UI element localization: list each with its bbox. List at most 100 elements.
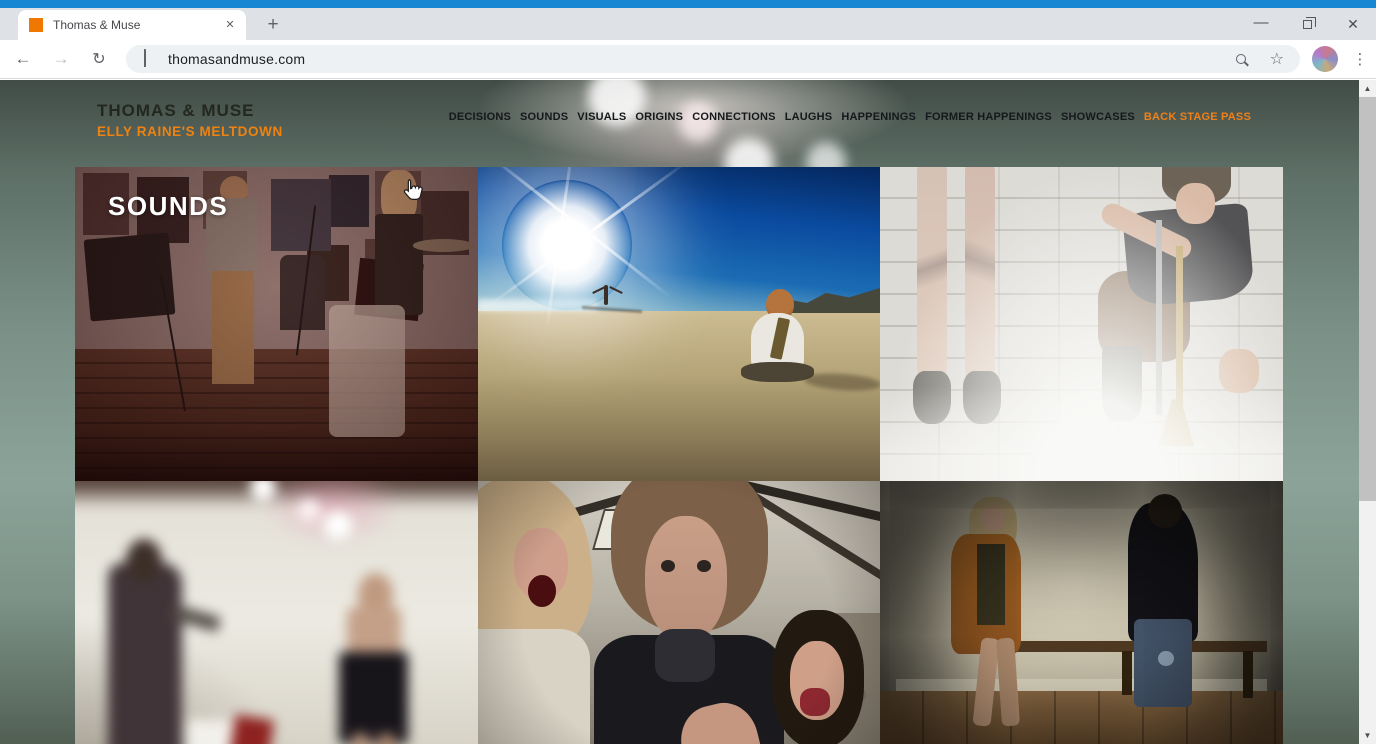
stone-wall bbox=[880, 167, 1283, 481]
nav-showcases[interactable]: SHOWCASES bbox=[1061, 111, 1135, 123]
reload-button[interactable]: ↻ bbox=[84, 49, 114, 69]
seated-man-hand bbox=[1219, 349, 1259, 393]
center-man-hair bbox=[611, 481, 768, 632]
tab-title: Thomas & Muse bbox=[53, 18, 222, 32]
seated-woman-leg bbox=[996, 637, 1020, 726]
profile-avatar[interactable] bbox=[1312, 46, 1338, 72]
restore-icon bbox=[1303, 20, 1312, 29]
browser-menu-icon[interactable]: ⋮ bbox=[1348, 50, 1372, 68]
right-woman-mouth bbox=[800, 688, 830, 716]
bare-leg bbox=[965, 167, 995, 381]
dancer-skirt bbox=[339, 652, 408, 744]
wood-floor bbox=[880, 691, 1283, 744]
bare-leg bbox=[917, 167, 947, 381]
bass-player-figure bbox=[280, 255, 324, 330]
nav-back-stage-pass[interactable]: BACK STAGE PASS bbox=[1144, 111, 1251, 123]
forward-button[interactable]: → bbox=[46, 49, 76, 69]
back-button[interactable]: ← bbox=[8, 49, 38, 69]
browser-tab[interactable]: Thomas & Muse ✕ bbox=[18, 10, 246, 40]
nav-sounds[interactable]: SOUNDS bbox=[520, 111, 568, 123]
roof-beam bbox=[641, 481, 880, 526]
center-man-eye bbox=[661, 560, 675, 573]
dancer-leg bbox=[352, 734, 369, 744]
baseboard bbox=[896, 679, 1266, 692]
maximize-restore-button[interactable] bbox=[1284, 8, 1330, 40]
close-window-button[interactable]: ✕ bbox=[1330, 8, 1376, 40]
zoom-icon[interactable] bbox=[1236, 54, 1246, 64]
seated-man-arm bbox=[1098, 200, 1194, 262]
white-drape bbox=[329, 305, 406, 437]
sand bbox=[478, 311, 881, 481]
minimize-button[interactable]: — bbox=[1238, 8, 1284, 40]
scroll-up-icon[interactable]: ▲ bbox=[1359, 80, 1376, 97]
bench-leg bbox=[1001, 651, 1011, 695]
bench-leg bbox=[1122, 651, 1132, 695]
bokeh-light bbox=[324, 511, 352, 539]
tab-favicon bbox=[29, 18, 43, 32]
mic-stand bbox=[295, 205, 315, 355]
seated-player-legs bbox=[741, 362, 813, 382]
seated-woman-leg bbox=[972, 637, 999, 726]
screaming-woman-hair bbox=[478, 481, 603, 665]
minimize-icon: — bbox=[1254, 14, 1269, 31]
right-woman-hair bbox=[772, 610, 865, 744]
ripped-knee bbox=[1158, 651, 1174, 667]
gallery-photo-beach[interactable] bbox=[478, 167, 881, 481]
lock-icon bbox=[144, 50, 156, 68]
nav-laughs[interactable]: LAUGHS bbox=[785, 111, 833, 123]
scrollbar-thumb[interactable] bbox=[1359, 97, 1376, 501]
trumpeter-head bbox=[126, 539, 163, 583]
gallery-photo-faces[interactable] bbox=[478, 481, 881, 744]
right-woman-face bbox=[790, 641, 844, 720]
nav-happenings[interactable]: HAPPENINGS bbox=[841, 111, 916, 123]
center-man-scarf bbox=[655, 629, 715, 682]
singer-hair bbox=[381, 170, 417, 223]
trumpet bbox=[1156, 220, 1162, 415]
address-bar[interactable]: thomasandmuse.com ☆ bbox=[126, 45, 1300, 73]
wood-floor bbox=[75, 349, 478, 481]
orange-cardigan bbox=[951, 534, 1021, 653]
gallery-photo-wall[interactable] bbox=[880, 167, 1283, 481]
gallery-photo-sounds[interactable]: SOUNDS bbox=[75, 167, 478, 481]
seated-man-shirt bbox=[1122, 203, 1255, 308]
roof-beam bbox=[740, 485, 880, 598]
center-man-hand bbox=[674, 696, 769, 744]
bench bbox=[981, 641, 1267, 652]
nav-origins[interactable]: ORIGINS bbox=[635, 111, 683, 123]
gallery-photo-bench[interactable] bbox=[880, 481, 1283, 744]
center-man-face bbox=[645, 516, 728, 642]
music-stand bbox=[84, 233, 175, 322]
tab-close-icon[interactable]: ✕ bbox=[222, 17, 238, 33]
boot bbox=[913, 371, 951, 424]
room-wall bbox=[880, 481, 1283, 744]
browser-toolbar: ← → ↻ thomasandmuse.com ☆ ⋮ bbox=[0, 40, 1376, 79]
site-subtitle: ELLY RAINE'S MELTDOWN bbox=[97, 124, 283, 139]
window-controls: — ✕ bbox=[1238, 8, 1376, 40]
close-window-icon: ✕ bbox=[1347, 16, 1359, 33]
nav-visuals[interactable]: VISUALS bbox=[577, 111, 626, 123]
gallery-photo-gallery-room[interactable] bbox=[75, 481, 478, 744]
scroll-down-icon[interactable]: ▼ bbox=[1359, 727, 1376, 744]
bookmark-star-icon[interactable]: ☆ bbox=[1270, 49, 1284, 69]
photo-overlay-label: SOUNDS bbox=[108, 191, 228, 222]
new-tab-button[interactable]: + bbox=[260, 12, 286, 38]
nav-former-happenings[interactable]: FORMER HAPPENINGS bbox=[925, 111, 1052, 123]
seated-man-coat bbox=[1128, 503, 1198, 641]
roof-beam bbox=[478, 481, 740, 547]
stone-wall bbox=[812, 613, 880, 744]
vertical-scrollbar[interactable]: ▲ ▼ bbox=[1359, 80, 1376, 744]
nav-connections[interactable]: CONNECTIONS bbox=[692, 111, 775, 123]
trumpet-bell bbox=[1158, 399, 1194, 446]
center-man-eye bbox=[697, 560, 711, 573]
url-text[interactable]: thomasandmuse.com bbox=[168, 51, 1236, 67]
trumpet bbox=[1176, 246, 1183, 416]
seated-man-face bbox=[1176, 183, 1214, 224]
blurred-scene bbox=[75, 481, 478, 744]
music-stand bbox=[354, 258, 424, 321]
window-titlebar bbox=[0, 0, 1376, 8]
boot bbox=[1102, 346, 1142, 421]
cymbal bbox=[413, 239, 473, 252]
site-title[interactable]: THOMAS & MUSE bbox=[97, 102, 283, 121]
nav-decisions[interactable]: DECISIONS bbox=[449, 111, 511, 123]
bench-leg bbox=[1243, 651, 1253, 698]
